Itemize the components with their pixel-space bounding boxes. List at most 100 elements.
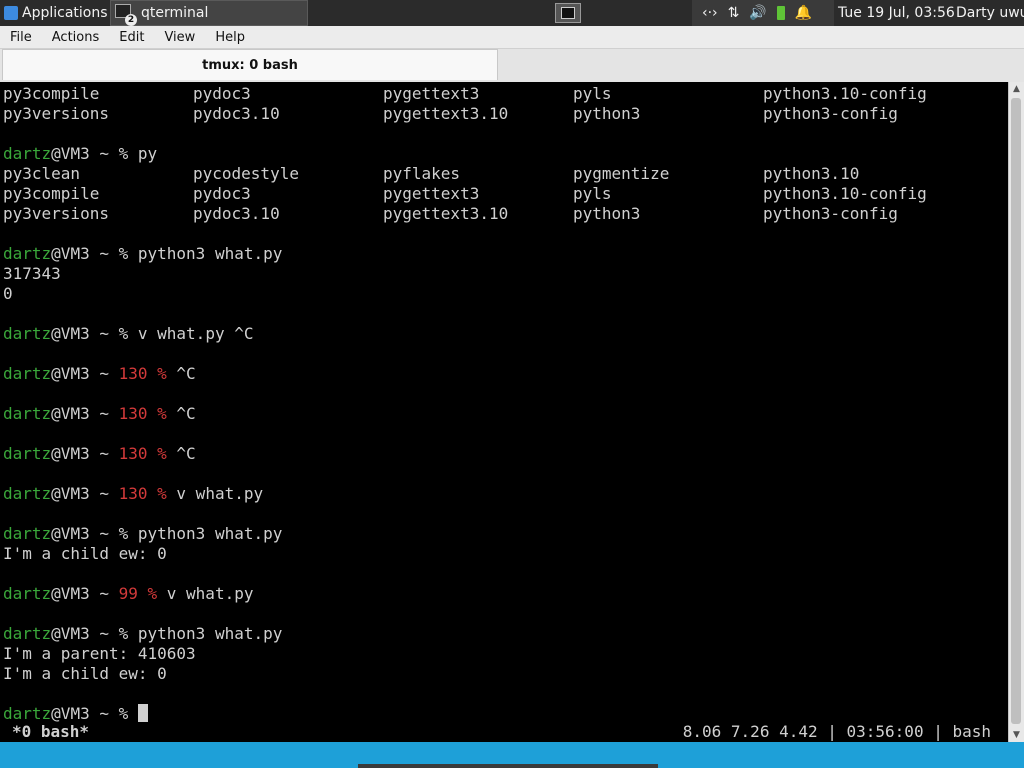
listing-entry: python3.10-config: [763, 84, 927, 103]
prompt-line: dartz@VM3 ~ 130 % ^C: [3, 404, 196, 424]
prompt-user: dartz: [3, 584, 52, 603]
listing-entry: pyflakes: [383, 164, 461, 183]
listing-entry: pygettext3: [383, 84, 480, 103]
prompt-sign: %: [118, 624, 129, 643]
menu-view[interactable]: View: [154, 30, 205, 45]
prompt-user: dartz: [3, 144, 52, 163]
prompt-user: dartz: [3, 444, 52, 463]
prompt-command: v what.py: [157, 584, 254, 603]
menu-actions[interactable]: Actions: [42, 30, 110, 45]
listing-entry: pygettext3.10: [383, 104, 509, 123]
scrollbar-thumb[interactable]: [1011, 98, 1021, 724]
prompt-exit-code: 130 %: [118, 364, 167, 383]
scrollbar[interactable]: ▲ ▼: [1008, 82, 1024, 742]
prompt-exit-code: 130 %: [118, 444, 167, 463]
menu-bar: File Actions Edit View Help: [0, 26, 1024, 49]
prompt-sign: %: [118, 524, 129, 543]
user-menu[interactable]: Darty uwu: [956, 0, 1024, 26]
prompt-command: python3 what.py: [128, 524, 283, 543]
taskbar-button-label: qterminal: [141, 5, 209, 21]
bottom-window-edge: [358, 764, 658, 768]
tmux-status-bar: *0 bash* 8.06 7.26 4.42 | 03:56:00 | bas…: [0, 722, 1008, 742]
prompt-command: python3 what.py: [128, 244, 283, 263]
menu-edit[interactable]: Edit: [109, 30, 154, 45]
prompt-host: @VM3 ~: [51, 704, 119, 723]
listing-row: py3clean pycodestyle pyflakes pygmentize pyt…: [0, 164, 1008, 184]
output-line: I'm a child ew: 0: [3, 544, 167, 563]
prompt-line: dartz@VM3 ~ % python3 what.py: [3, 244, 282, 264]
prompt-command: py: [128, 144, 158, 163]
output-line: I'm a parent: 410603: [3, 644, 196, 663]
terminal-icon: 2: [115, 4, 137, 26]
prompt-exit-code: 130 %: [118, 484, 167, 503]
prompt-sign: %: [118, 704, 129, 723]
notification-bell-icon[interactable]: 🔔: [795, 5, 812, 21]
prompt-host: @VM3 ~: [51, 444, 119, 463]
tab-tmux[interactable]: tmux: 0 bash: [2, 49, 498, 80]
listing-entry: pydoc3: [193, 84, 251, 103]
network-icon[interactable]: ‹·›: [702, 5, 718, 21]
prompt-line: dartz@VM3 ~ % python3 what.py: [3, 524, 282, 544]
listing-row: py3versions pydoc3.10 pygettext3.10 python3…: [0, 104, 1008, 124]
listing-entry: pygettext3.10: [383, 204, 509, 223]
prompt-sign: %: [118, 244, 129, 263]
prompt-sign: %: [118, 144, 129, 163]
scroll-down-icon[interactable]: ▼: [1009, 728, 1024, 742]
prompt-line: dartz@VM3 ~ 99 % v what.py: [3, 584, 253, 604]
menu-help[interactable]: Help: [205, 30, 255, 45]
prompt-line: dartz@VM3 ~ % v what.py ^C: [3, 324, 253, 344]
prompt-user: dartz: [3, 624, 52, 643]
output-line: 317343: [3, 264, 61, 283]
clock[interactable]: Tue 19 Jul, 03:56: [838, 0, 955, 26]
prompt-host: @VM3 ~: [51, 484, 119, 503]
prompt-command: python3 what.py: [128, 624, 283, 643]
output-line: 0: [3, 284, 13, 303]
applications-label: Applications: [22, 5, 108, 21]
terminal-output[interactable]: py3compile pydoc3 pygettext3 pyls python3.10…: [0, 82, 1008, 742]
system-tray: ‹·› ⇅ 🔊 🔔: [692, 0, 834, 26]
prompt-line: dartz@VM3 ~ % python3 what.py: [3, 624, 282, 644]
listing-entry: pydoc3.10: [193, 204, 280, 223]
prompt-host: @VM3 ~: [51, 364, 119, 383]
taskbar-button-qterminal[interactable]: 2 qterminal: [110, 0, 308, 26]
workspace-icon: [555, 3, 581, 23]
volume-icon[interactable]: 🔊: [749, 5, 766, 21]
listing-entry: python3-config: [763, 204, 898, 223]
prompt-line: dartz@VM3 ~ 130 % ^C: [3, 364, 196, 384]
listing-entry: pycodestyle: [193, 164, 299, 183]
battery-icon[interactable]: [776, 6, 785, 20]
prompt-user: dartz: [3, 524, 52, 543]
prompt-command: v what.py ^C: [128, 324, 254, 343]
prompt-command: ^C: [166, 444, 196, 463]
terminal-cursor: [137, 704, 148, 722]
scroll-up-icon[interactable]: ▲: [1009, 82, 1024, 96]
listing-row: py3compile pydoc3 pygettext3 pyls python3.10…: [0, 184, 1008, 204]
output-line: I'm a child ew: 0: [3, 664, 167, 683]
menu-file[interactable]: File: [0, 30, 42, 45]
listing-entry: pyls: [573, 184, 612, 203]
prompt-host: @VM3 ~: [51, 324, 119, 343]
prompt-user: dartz: [3, 484, 52, 503]
listing-entry: py3clean: [3, 164, 81, 183]
tmux-window-label[interactable]: *0 bash*: [12, 722, 89, 742]
prompt-host: @VM3 ~: [51, 524, 119, 543]
window-count-badge: 2: [125, 14, 137, 26]
prompt-command: v what.py: [166, 484, 264, 503]
listing-entry: python3-config: [763, 104, 898, 123]
prompt-host: @VM3 ~: [51, 584, 119, 603]
applications-icon: [4, 6, 18, 20]
prompt-host: @VM3 ~: [51, 144, 119, 163]
prompt-user: dartz: [3, 404, 52, 423]
workspace-switcher[interactable]: [552, 0, 584, 26]
prompt-user: dartz: [3, 324, 52, 343]
applications-menu-button[interactable]: Applications: [0, 0, 108, 26]
prompt-line: dartz@VM3 ~ 130 % v what.py: [3, 484, 263, 504]
listing-entry: python3: [573, 104, 641, 123]
prompt-sign: %: [118, 324, 129, 343]
listing-entry: pydoc3: [193, 184, 251, 203]
listing-entry: python3.10-config: [763, 184, 927, 203]
prompt-host: @VM3 ~: [51, 404, 119, 423]
network-transfer-icon[interactable]: ⇅: [728, 5, 740, 21]
prompt-line: dartz@VM3 ~ 130 % ^C: [3, 444, 196, 464]
prompt-user: dartz: [3, 704, 52, 723]
